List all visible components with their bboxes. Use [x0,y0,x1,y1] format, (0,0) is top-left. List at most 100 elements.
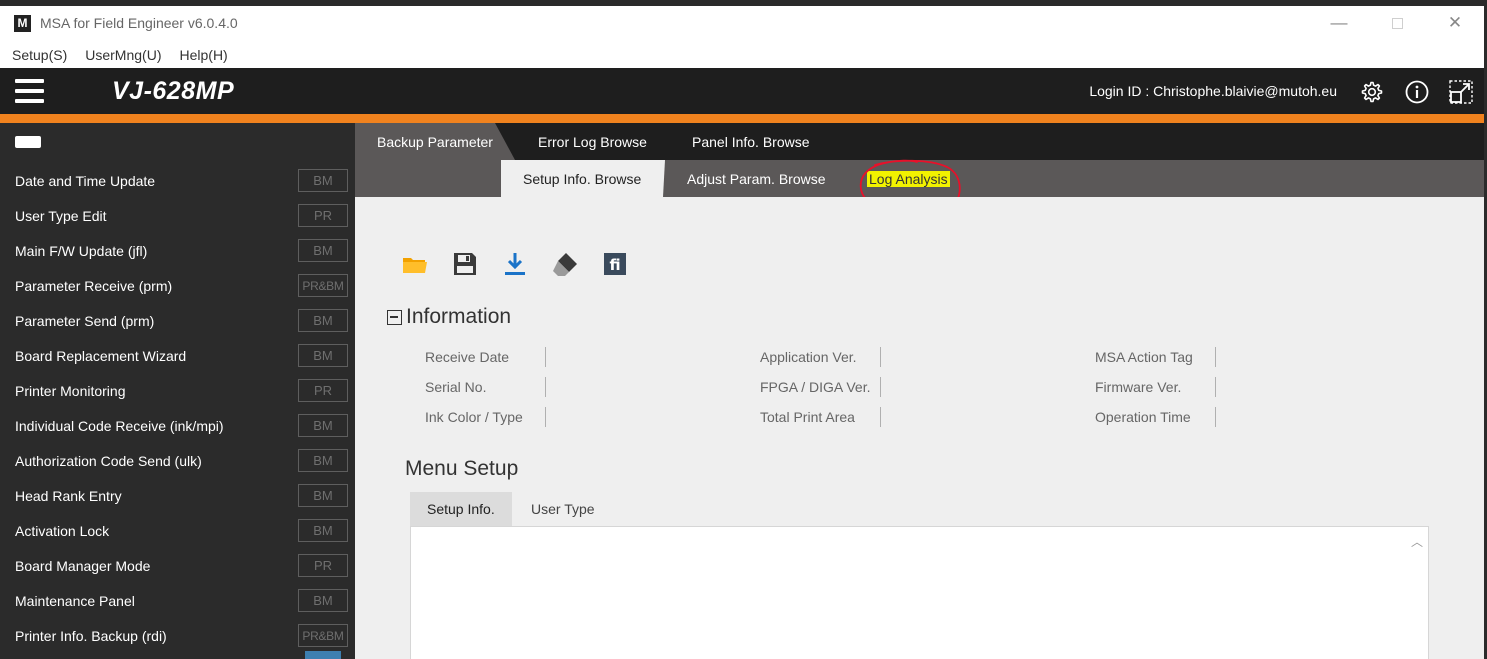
info-label-total-print-area: Total Print Area [760,409,855,425]
gear-icon[interactable] [1358,79,1384,105]
keyboard-icon[interactable] [15,136,41,148]
open-folder-icon[interactable] [401,250,429,278]
tab-panel-info-browse[interactable]: Panel Info. Browse [670,123,832,160]
info-label-operation-time: Operation Time [1095,409,1191,425]
minimize-button[interactable]: — [1310,6,1368,40]
app-window: M MSA for Field Engineer v6.0.4.0 — ✕ Se… [0,6,1484,659]
sidebar-item-label: Parameter Send (prm) [15,312,155,329]
mode-badge: PR [298,554,348,577]
maximize-icon [1391,17,1403,29]
scroll-up-icon[interactable]: ︿ [1411,533,1423,550]
info-separator [880,377,881,397]
tab-row-primary: Backup Parameter Error Log Browse Panel … [355,123,1484,160]
mode-badge: BM [298,449,348,472]
app-logo-icon: M [14,14,31,32]
subtab-user-type[interactable]: User Type [514,492,612,526]
sidebar-item-board-manager-mode[interactable]: Board Manager Mode PR [0,548,355,583]
info-label-firmware-ver: Firmware Ver. [1095,379,1182,395]
sidebar-item-label: Parameter Receive (prm) [15,277,173,294]
sidebar-footer-button[interactable] [305,651,341,659]
info-label-serial-no: Serial No. [425,379,487,395]
mode-badge: BM [298,239,348,262]
info-label-fpga-diga-ver: FPGA / DIGA Ver. [760,379,871,395]
mode-badge: PR&BM [298,274,348,297]
maximize-button[interactable] [1368,6,1426,40]
sidebar-item-printer-monitoring[interactable]: Printer Monitoring PR [0,373,355,408]
sidebar-item-date-time-update[interactable]: Date and Time Update BM [0,163,355,198]
info-label-ink-color-type: Ink Color / Type [425,409,523,425]
menu-setup-title: Menu Setup [405,457,519,480]
sidebar-item-parameter-receive[interactable]: Parameter Receive (prm) PR&BM [0,268,355,303]
mode-badge: PR [298,379,348,402]
setup-info-panel: ︿ [410,526,1429,659]
app-header: VJ-628MP Login ID : Christophe.blaivie@m… [0,68,1484,114]
window-title: MSA for Field Engineer v6.0.4.0 [40,15,238,31]
menu-usermng[interactable]: UserMng(U) [85,47,161,63]
collapse-icon[interactable] [387,309,402,325]
sidebar-item-label: Maintenance Panel [15,592,135,609]
fi-icon-text: fi [609,256,620,274]
sidebar-item-label: Individual Code Receive (ink/mpi) [15,417,224,434]
information-section-title[interactable]: Information [387,305,511,329]
menu-bar: Setup(S) UserMng(U) Help(H) [0,44,246,66]
sidebar-item-printer-info-backup[interactable]: Printer Info. Backup (rdi) PR&BM [0,618,355,653]
hamburger-menu-icon[interactable] [15,79,44,103]
mode-badge: BM [298,309,348,332]
sidebar-item-label: Board Replacement Wizard [15,347,187,364]
sidebar-item-label: Activation Lock [15,522,110,539]
sidebar: Date and Time Update BM User Type Edit PR … [0,123,355,659]
main-content: fi Information Receive Date Application … [355,197,1484,659]
mode-badge: BM [298,519,348,542]
login-id: Login ID : Christophe.blaivie@mutoh.eu [1089,83,1337,99]
menu-setup[interactable]: Setup(S) [12,47,67,63]
menu-help[interactable]: Help(H) [179,47,227,63]
accent-bar [0,114,1484,123]
tab-backup-parameter[interactable]: Backup Parameter [355,123,515,160]
download-icon[interactable] [501,250,529,278]
eraser-icon[interactable] [551,250,579,278]
sidebar-item-label: Main F/W Update (jfl) [15,242,148,259]
subtab-setup-info[interactable]: Setup Info. [410,492,512,526]
fi-icon[interactable]: fi [601,250,629,278]
tab-error-log-browse[interactable]: Error Log Browse [516,123,669,160]
info-separator [880,347,881,367]
mode-badge: PR&BM [298,624,348,647]
sidebar-item-head-rank-entry[interactable]: Head Rank Entry BM [0,478,355,513]
sidebar-item-parameter-send[interactable]: Parameter Send (prm) BM [0,303,355,338]
information-title: Information [406,305,512,328]
sidebar-item-user-type-edit[interactable]: User Type Edit PR [0,198,355,233]
tab-adjust-param-browse[interactable]: Adjust Param. Browse [665,160,848,197]
window-controls: — ✕ [1310,6,1484,40]
sidebar-item-activation-lock[interactable]: Activation Lock BM [0,513,355,548]
sidebar-item-label: User Type Edit [15,207,107,224]
mode-badge: BM [298,484,348,507]
mode-badge: BM [298,589,348,612]
sidebar-item-main-fw-update[interactable]: Main F/W Update (jfl) BM [0,233,355,268]
sidebar-item-board-replacement-wizard[interactable]: Board Replacement Wizard BM [0,338,355,373]
title-bar: M MSA for Field Engineer v6.0.4.0 — ✕ [0,6,1484,40]
save-icon[interactable] [451,250,479,278]
sidebar-item-label: Printer Info. Backup (rdi) [15,627,167,644]
mode-badge: BM [298,414,348,437]
info-separator [545,407,546,427]
info-separator [880,407,881,427]
info-separator [545,347,546,367]
printer-model: VJ-628MP [112,77,235,105]
mode-badge: BM [298,344,348,367]
sidebar-item-label: Printer Monitoring [15,382,126,399]
sidebar-item-authorization-code-send[interactable]: Authorization Code Send (ulk) BM [0,443,355,478]
close-button[interactable]: ✕ [1426,6,1484,40]
info-label-application-ver: Application Ver. [760,349,857,365]
sidebar-item-individual-code-receive[interactable]: Individual Code Receive (ink/mpi) BM [0,408,355,443]
info-separator [1215,347,1216,367]
info-label-msa-action-tag: MSA Action Tag [1095,349,1193,365]
sidebar-item-maintenance-panel[interactable]: Maintenance Panel BM [0,583,355,618]
mode-badge: PR [298,204,348,227]
tab-setup-info-browse[interactable]: Setup Info. Browse [501,160,665,197]
expand-icon[interactable] [1448,79,1474,105]
info-label-receive-date: Receive Date [425,349,510,365]
info-icon[interactable] [1404,79,1430,105]
sidebar-item-label: Head Rank Entry [15,487,122,504]
sidebar-item-label: Authorization Code Send (ulk) [15,452,202,469]
info-separator [545,377,546,397]
